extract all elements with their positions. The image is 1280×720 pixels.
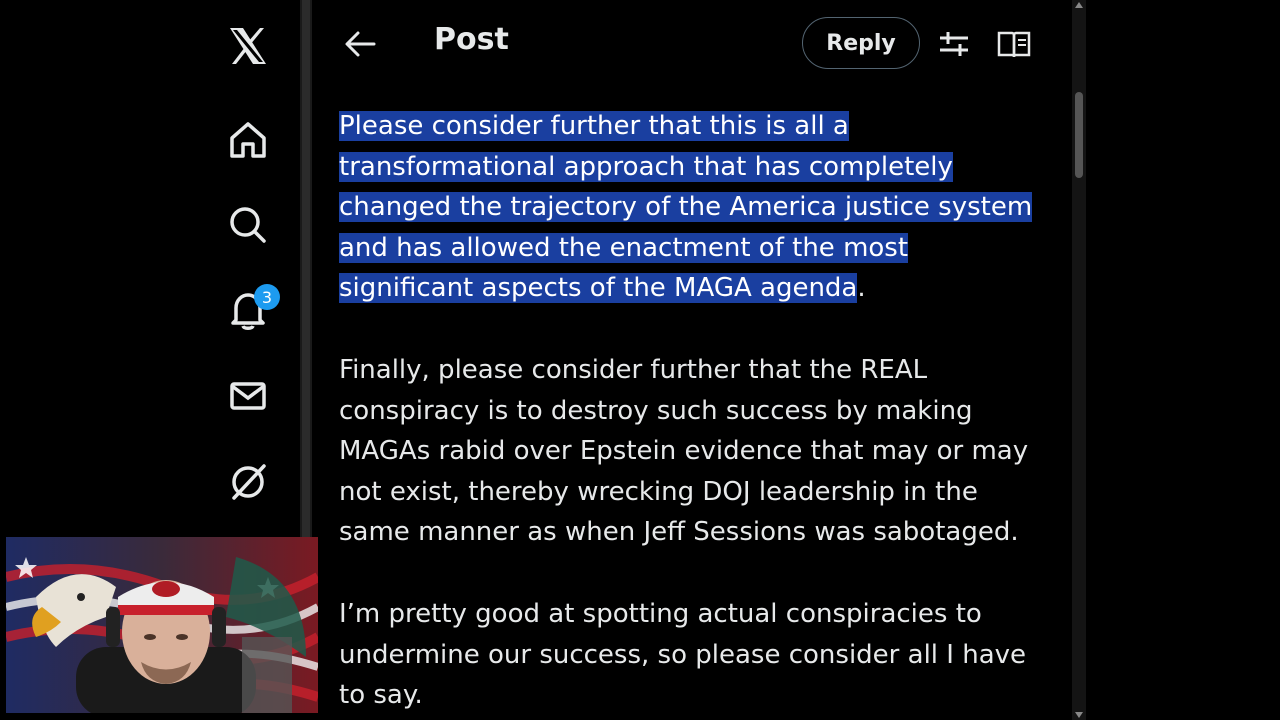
post-paragraph-2: Finally, please consider further that th…	[339, 355, 1029, 548]
post-header: Post Reply	[312, 0, 1072, 88]
back-arrow-icon[interactable]	[340, 24, 380, 64]
webcam-image	[6, 537, 318, 713]
right-scrollbar[interactable]	[1072, 0, 1086, 720]
webcam-overlay	[6, 537, 318, 713]
main-column: Post Reply Please consider further that …	[312, 0, 1072, 720]
mail-icon[interactable]	[220, 368, 276, 424]
reader-mode-icon[interactable]	[996, 26, 1032, 62]
x-logo-icon[interactable]	[220, 18, 276, 74]
search-icon[interactable]	[220, 197, 276, 253]
reply-button[interactable]: Reply	[802, 17, 920, 69]
paragraph-1-tail: .	[857, 273, 866, 304]
scroll-down-arrow-icon[interactable]	[1075, 712, 1083, 718]
grok-icon[interactable]	[220, 454, 276, 510]
home-icon[interactable]	[220, 112, 276, 168]
sliders-icon[interactable]	[936, 26, 972, 62]
notification-badge: 3	[254, 284, 280, 310]
post-paragraph-3: I’m pretty good at spotting actual consp…	[339, 599, 1027, 711]
left-scrollbar-thumb[interactable]	[302, 0, 310, 540]
scroll-up-arrow-icon[interactable]	[1075, 2, 1083, 8]
selected-text: Please consider further that this is all…	[339, 111, 1033, 304]
page-title: Post	[434, 22, 509, 57]
post-paragraph-1: Please consider further that this is all…	[339, 106, 1039, 309]
left-scrollbar[interactable]	[300, 0, 312, 540]
right-scrollbar-thumb[interactable]	[1075, 92, 1083, 178]
notifications-icon[interactable]: 3	[220, 282, 280, 338]
